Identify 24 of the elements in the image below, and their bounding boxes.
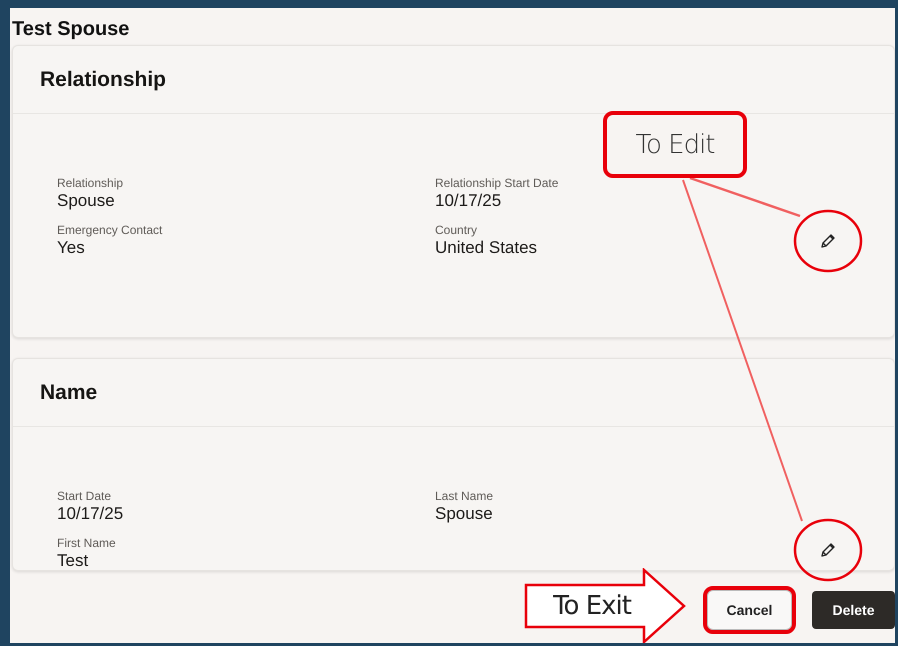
field-value: Spouse	[435, 504, 493, 524]
section-title: Name	[40, 380, 98, 404]
pencil-icon	[819, 232, 837, 250]
field-label: Emergency Contact	[57, 223, 162, 237]
delete-button[interactable]: Delete	[812, 591, 895, 629]
field-value: United States	[435, 238, 538, 258]
field-label: Start Date	[57, 489, 112, 503]
page-title: Test Spouse	[11, 17, 130, 42]
highlight-circle	[794, 518, 862, 582]
callout-label: To Exit	[552, 591, 632, 621]
field-value: 10/17/25	[435, 191, 502, 211]
field-label: Last Name	[435, 489, 494, 503]
field-value: Test	[57, 551, 88, 571]
section-title: Relationship	[40, 68, 166, 92]
field-value: Yes	[57, 238, 85, 258]
field-value: Spouse	[57, 191, 115, 211]
field-label: First Name	[57, 536, 116, 550]
pencil-icon	[819, 541, 837, 559]
callout-label: To Edit	[603, 111, 747, 178]
field-value: 10/17/25	[57, 504, 124, 524]
field-label: Relationship	[57, 176, 124, 190]
field-label: Relationship Start Date	[435, 176, 558, 190]
highlight-circle	[794, 210, 862, 272]
field-label: Country	[435, 223, 478, 237]
